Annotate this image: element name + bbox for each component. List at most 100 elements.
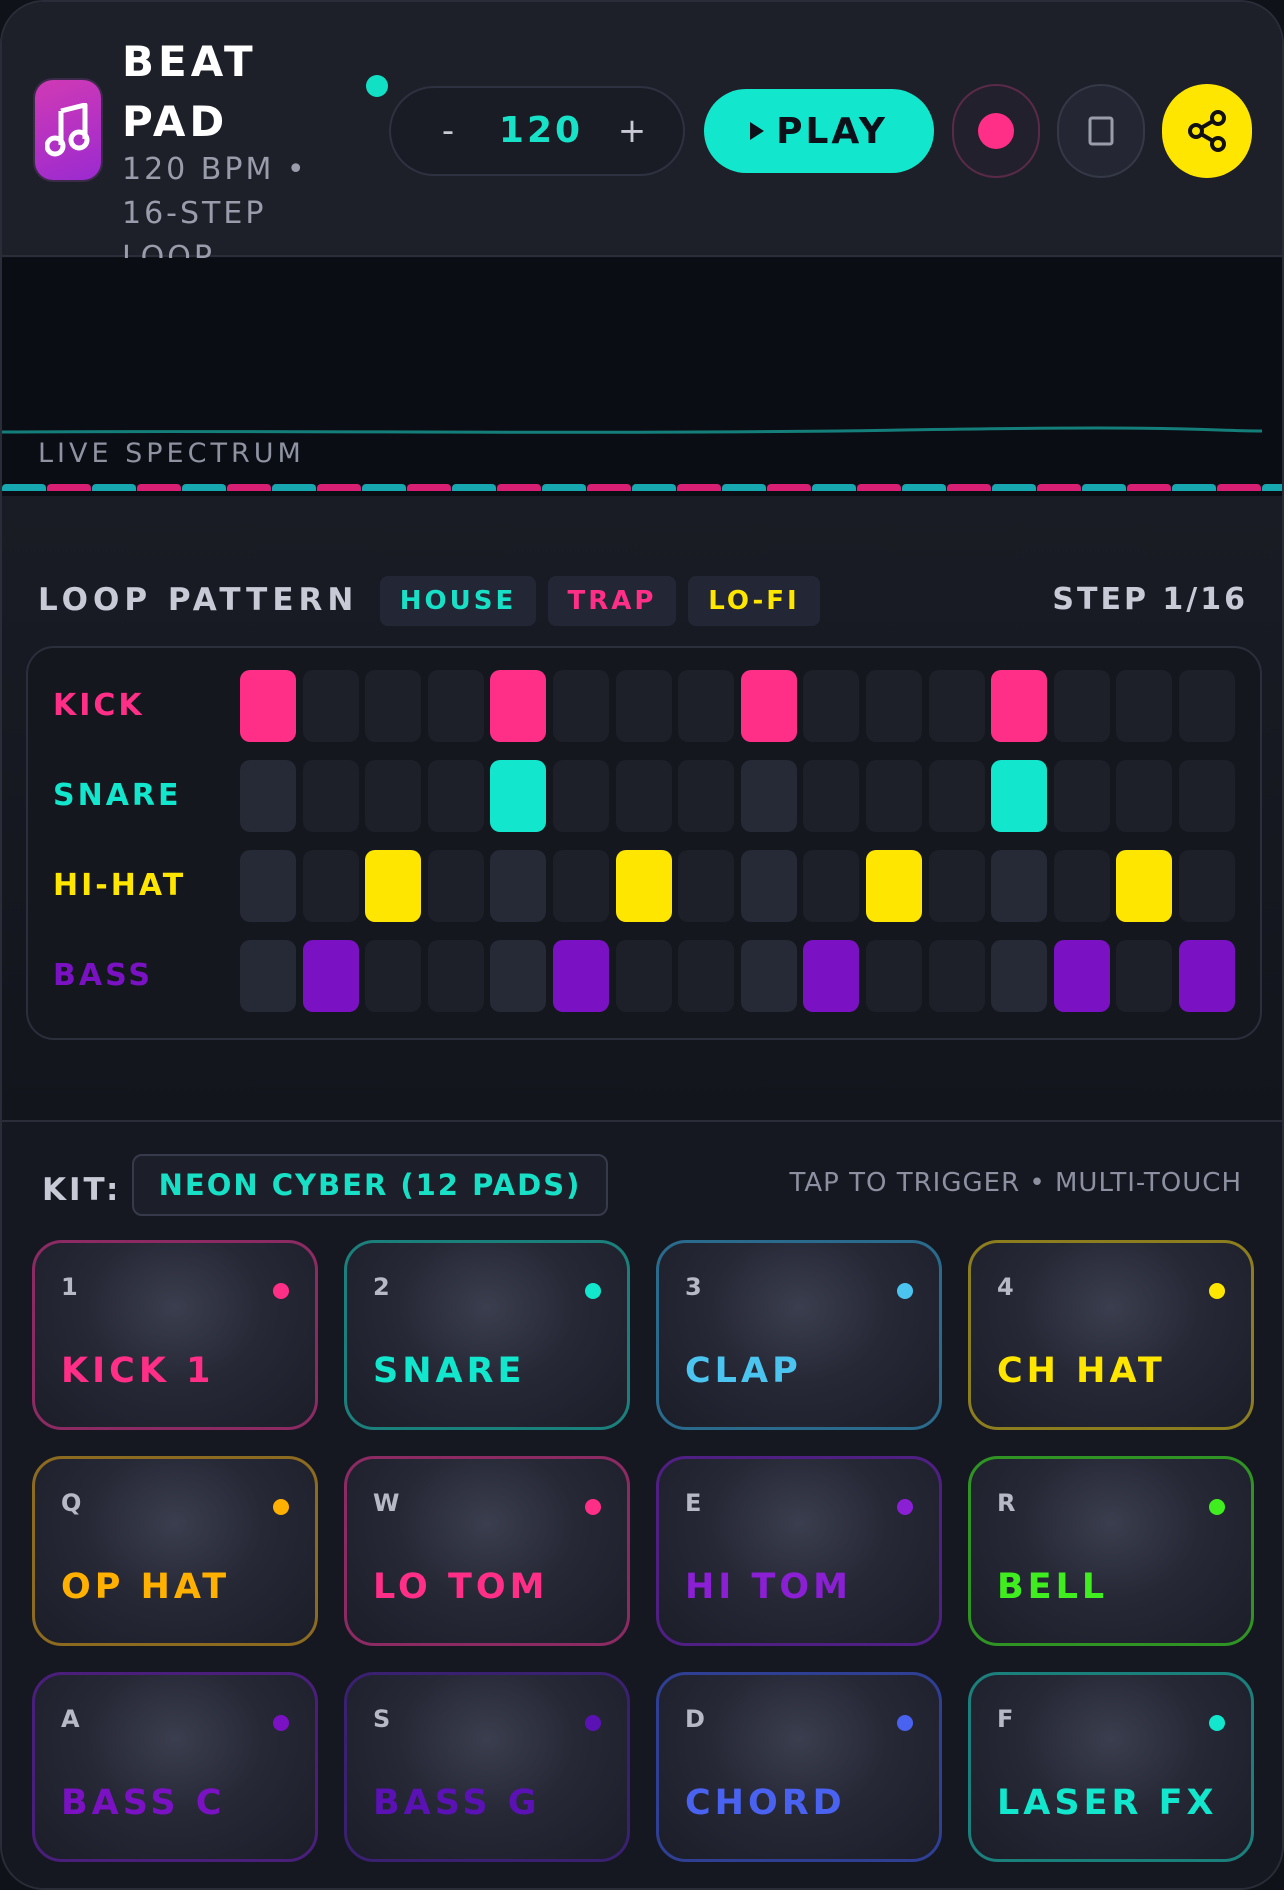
step-cell[interactable] [240,760,296,832]
step-cell[interactable] [991,850,1047,922]
step-cell[interactable] [428,850,484,922]
step-cell[interactable] [678,760,734,832]
step-cell[interactable] [929,940,985,1012]
step-cell[interactable] [1054,670,1110,742]
step-cell[interactable] [929,670,985,742]
pad-key-label: 2 [373,1273,390,1301]
tempo-decrease-button[interactable]: - [425,108,471,154]
step-cell[interactable] [1054,760,1110,832]
step-cell[interactable] [490,760,546,832]
kit-label: KIT: [42,1172,122,1208]
step-cell[interactable] [678,670,734,742]
step-cell[interactable] [678,940,734,1012]
step-cell[interactable] [1179,940,1235,1012]
pad-clap[interactable]: 3 CLAP [656,1240,942,1430]
preset-lofi-button[interactable]: LO-FI [688,576,820,626]
step-cell[interactable] [991,760,1047,832]
step-cell[interactable] [490,670,546,742]
pad-name: SNARE [373,1351,526,1391]
step-cell[interactable] [365,670,421,742]
step-cell[interactable] [741,940,797,1012]
step-cell[interactable] [741,760,797,832]
step-cell[interactable] [553,670,609,742]
step-cell[interactable] [428,940,484,1012]
step-cell[interactable] [365,940,421,1012]
step-cell[interactable] [240,670,296,742]
pad-bell[interactable]: R BELL [968,1456,1254,1646]
play-button[interactable]: PLAY [704,89,934,173]
step-cell[interactable] [616,670,672,742]
step-cell[interactable] [428,760,484,832]
pad-bass-g[interactable]: S BASS G [344,1672,630,1862]
pad-bass-c[interactable]: A BASS C [32,1672,318,1862]
step-cell[interactable] [303,670,359,742]
preset-trap-button[interactable]: TRAP [548,576,676,626]
kit-select[interactable]: NEON CYBER (12 PADS) [132,1154,608,1216]
loop-pattern-section: LOOP PATTERN HOUSE TRAP LO-FI STEP 1/16 … [2,496,1282,1120]
step-cell[interactable] [303,850,359,922]
step-cell[interactable] [240,850,296,922]
step-cell[interactable] [616,760,672,832]
clear-button[interactable] [1057,84,1145,178]
step-cell[interactable] [866,760,922,832]
music-note-icon [35,80,101,180]
spectrum-bar [362,484,406,491]
pad-laser-fx[interactable]: F LASER FX [968,1672,1254,1862]
step-cell[interactable] [553,850,609,922]
pad-hi-tom[interactable]: E HI TOM [656,1456,942,1646]
pad-chord[interactable]: D CHORD [656,1672,942,1862]
step-cell[interactable] [741,670,797,742]
step-cell[interactable] [929,760,985,832]
pad-lo-tom[interactable]: W LO TOM [344,1456,630,1646]
step-cell[interactable] [1116,940,1172,1012]
step-cell[interactable] [490,850,546,922]
spectrum-bar [227,484,271,491]
step-cell[interactable] [616,940,672,1012]
step-cell[interactable] [428,670,484,742]
step-cell[interactable] [1179,670,1235,742]
step-cell[interactable] [553,940,609,1012]
step-cell[interactable] [616,850,672,922]
pad-snare[interactable]: 2 SNARE [344,1240,630,1430]
step-cell[interactable] [1054,940,1110,1012]
step-cell[interactable] [803,850,859,922]
record-button[interactable] [952,84,1040,178]
step-cell[interactable] [991,940,1047,1012]
step-cell[interactable] [1054,850,1110,922]
step-cell[interactable] [490,940,546,1012]
tempo-increase-button[interactable]: + [609,108,655,154]
step-cell[interactable] [1116,670,1172,742]
spectrum-bar [272,484,316,491]
kit-hint: TAP TO TRIGGER • MULTI-TOUCH [789,1168,1242,1198]
waveform-line [2,426,1263,434]
live-spectrum-panel: LIVE SPECTRUM [2,258,1282,496]
step-cell[interactable] [553,760,609,832]
step-cell[interactable] [991,670,1047,742]
step-cell[interactable] [803,760,859,832]
step-cell[interactable] [1116,760,1172,832]
step-cell[interactable] [866,670,922,742]
step-cell[interactable] [365,850,421,922]
spectrum-bar [902,484,946,491]
preset-house-button[interactable]: HOUSE [380,576,536,626]
step-cell[interactable] [741,850,797,922]
step-cell[interactable] [1179,760,1235,832]
step-cell[interactable] [803,670,859,742]
step-cell[interactable] [803,940,859,1012]
step-cell[interactable] [1179,850,1235,922]
step-cell[interactable] [365,760,421,832]
pad-kick-1[interactable]: 1 KICK 1 [32,1240,318,1430]
step-cell[interactable] [866,850,922,922]
step-cell[interactable] [240,940,296,1012]
step-cell[interactable] [303,940,359,1012]
pad-ch-hat[interactable]: 4 CH HAT [968,1240,1254,1430]
share-button[interactable] [1162,84,1252,178]
spectrum-bar [1037,484,1081,491]
step-cell[interactable] [678,850,734,922]
step-cell[interactable] [1116,850,1172,922]
pad-op-hat[interactable]: Q OP HAT [32,1456,318,1646]
step-cell[interactable] [303,760,359,832]
step-cell[interactable] [929,850,985,922]
pad-led-indicator [273,1499,289,1515]
step-cell[interactable] [866,940,922,1012]
